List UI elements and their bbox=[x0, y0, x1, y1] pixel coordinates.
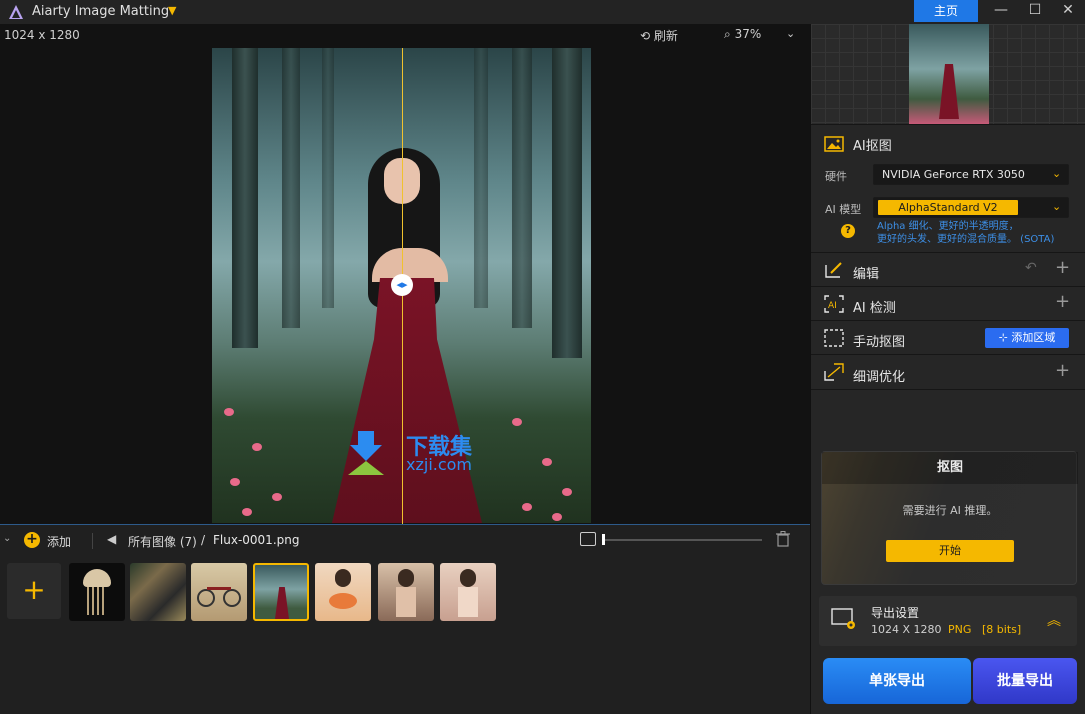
ai-matting-section: AI抠图 硬件 NVIDIA GeForce RTX 3050 ⌄ AI 模型 … bbox=[811, 124, 1085, 252]
model-select[interactable]: AlphaStandard V2 ⌄ bbox=[873, 197, 1069, 218]
start-button[interactable]: 开始 bbox=[886, 540, 1014, 562]
compare-split-handle-icon[interactable]: ◂▸ bbox=[391, 274, 413, 296]
image-canvas[interactable]: 1024 x 1280 ⟲ 刷新 ⌕ 37% ⌄ ◂▸ 下载集 xzji.com bbox=[0, 24, 810, 524]
thumbnail-woman-flowers-3[interactable] bbox=[440, 563, 496, 621]
back-arrow-icon[interactable]: ◀ bbox=[107, 532, 116, 546]
breadcrumb-all-images[interactable]: 所有图像 (7) bbox=[128, 533, 197, 550]
hardware-label: 硬件 bbox=[825, 170, 847, 183]
refresh-label: 刷新 bbox=[653, 29, 678, 43]
manual-matting-section[interactable]: 手动抠图 ⊹ 添加区域 bbox=[811, 320, 1085, 354]
zoom-control[interactable]: ⌕ 37% bbox=[724, 27, 761, 42]
add-region-label: 添加区域 bbox=[1011, 331, 1056, 344]
thumbnail-woman-forest[interactable] bbox=[253, 563, 309, 621]
export-settings-title: 导出设置 bbox=[871, 606, 920, 620]
export-settings-icon bbox=[831, 608, 855, 629]
app-title: Aiarty Image Matting bbox=[32, 4, 170, 19]
home-button[interactable]: 主页 bbox=[914, 0, 978, 22]
trash-icon[interactable] bbox=[776, 531, 790, 547]
collapse-icon[interactable]: ⌄ bbox=[3, 533, 11, 544]
thumbnail-size-slider[interactable] bbox=[604, 539, 762, 541]
manual-select-icon bbox=[824, 329, 844, 347]
watermark-en: xzji.com bbox=[406, 455, 473, 474]
slider-knob[interactable] bbox=[602, 534, 605, 545]
svg-text:AI: AI bbox=[828, 301, 837, 311]
subject-dress bbox=[332, 278, 482, 523]
edit-section[interactable]: 编辑 ↶ + bbox=[811, 252, 1085, 286]
app-window: Aiarty Image Matting ▼ 主页 — ☐ ✕ 1024 x 1… bbox=[0, 0, 1085, 714]
refine-label: 细调优化 bbox=[853, 370, 906, 385]
zoom-level: 37% bbox=[734, 27, 762, 41]
minimize-button[interactable]: — bbox=[984, 0, 1018, 22]
breadcrumb-separator: / bbox=[201, 533, 206, 547]
help-icon[interactable]: ? bbox=[841, 224, 855, 238]
ai-detect-label: AI 检测 bbox=[853, 301, 896, 316]
add-image-tile[interactable]: + bbox=[7, 563, 61, 619]
maximize-button[interactable]: ☐ bbox=[1018, 0, 1052, 22]
add-refine-plus-icon[interactable]: + bbox=[1055, 360, 1070, 381]
thumbnail-woman-flowers-1[interactable] bbox=[315, 563, 371, 621]
ai-detect-icon: AI bbox=[824, 295, 844, 313]
matting-message: 需要进行 AI 推理。 bbox=[902, 504, 998, 517]
filmstrip-panel: ⌄ + 添加 ◀ 所有图像 (7) / Flux-0001.png + bbox=[0, 524, 810, 714]
chevron-down-icon: ⌄ bbox=[1052, 200, 1062, 213]
single-export-button[interactable]: 单张导出 bbox=[823, 658, 971, 704]
filmstrip-toolbar: ⌄ + 添加 ◀ 所有图像 (7) / Flux-0001.png bbox=[0, 525, 810, 555]
refresh-button[interactable]: ⟲ 刷新 bbox=[640, 27, 678, 44]
thumbnail-bicycle[interactable] bbox=[191, 563, 247, 621]
ai-matting-title: AI抠图 bbox=[853, 139, 892, 154]
edit-label: 编辑 bbox=[853, 267, 880, 282]
export-format: PNG bbox=[948, 623, 972, 636]
zoom-icon: ⌕ bbox=[724, 27, 731, 41]
app-logo-icon bbox=[9, 5, 23, 19]
batch-export-button[interactable]: 批量导出 bbox=[973, 658, 1077, 704]
edit-icon bbox=[825, 262, 842, 278]
refine-icon bbox=[824, 363, 844, 381]
model-description: Alpha 细化、更好的半透明度， 更好的头发、更好的混合质量。 (SOTA) bbox=[877, 220, 1054, 246]
model-description-line1: Alpha 细化、更好的半透明度， bbox=[877, 221, 1019, 232]
refresh-icon: ⟲ bbox=[640, 29, 651, 43]
preview-area bbox=[811, 24, 1085, 124]
matting-card-title: 抠图 bbox=[822, 452, 1078, 484]
export-size: 1024 X 1280 bbox=[871, 623, 942, 636]
model-label: AI 模型 bbox=[825, 203, 862, 216]
add-images-button[interactable]: 添加 bbox=[47, 533, 71, 550]
breadcrumb-current-file: Flux-0001.png bbox=[213, 533, 300, 547]
thumbnail-abstract[interactable] bbox=[130, 563, 186, 621]
expand-up-chevron-icon[interactable]: ︽ bbox=[1047, 610, 1061, 630]
thumbnail-woman-flowers-2[interactable] bbox=[378, 563, 434, 621]
refine-section[interactable]: 细调优化 + bbox=[811, 354, 1085, 390]
manual-matting-label: 手动抠图 bbox=[853, 335, 906, 350]
export-bit-depth: [8 bits] bbox=[982, 623, 1022, 636]
add-region-button[interactable]: ⊹ 添加区域 bbox=[985, 328, 1069, 348]
add-detect-plus-icon[interactable]: + bbox=[1055, 291, 1070, 312]
undo-icon[interactable]: ↶ bbox=[1025, 260, 1037, 276]
settings-panel: AI抠图 硬件 NVIDIA GeForce RTX 3050 ⌄ AI 模型 … bbox=[810, 24, 1085, 714]
hardware-select[interactable]: NVIDIA GeForce RTX 3050 ⌄ bbox=[873, 164, 1069, 185]
thumbnail-size-icon bbox=[580, 532, 596, 546]
title-menu-chevron-icon[interactable]: ▼ bbox=[168, 4, 176, 17]
ai-detect-section[interactable]: AI AI 检测 + bbox=[811, 286, 1085, 320]
divider bbox=[92, 533, 93, 549]
hardware-value: NVIDIA GeForce RTX 3050 bbox=[882, 168, 1025, 181]
preview-thumbnail bbox=[909, 24, 989, 124]
export-settings[interactable]: 导出设置 1024 X 1280 PNG [8 bits] ︽ bbox=[819, 596, 1077, 646]
model-description-line2: 更好的头发、更好的混合质量。 (SOTA) bbox=[877, 234, 1055, 245]
ai-matting-icon bbox=[824, 136, 844, 152]
model-value: AlphaStandard V2 bbox=[878, 200, 1018, 215]
zoom-dropdown-chevron-icon[interactable]: ⌄ bbox=[786, 27, 795, 40]
image-dimensions: 1024 x 1280 bbox=[4, 28, 80, 42]
close-button[interactable]: ✕ bbox=[1051, 0, 1085, 22]
matting-card: 抠图 需要进行 AI 推理。 开始 bbox=[821, 451, 1078, 585]
add-edit-plus-icon[interactable]: + bbox=[1055, 257, 1070, 278]
title-bar: Aiarty Image Matting ▼ 主页 — ☐ ✕ bbox=[0, 0, 1085, 24]
add-region-icon: ⊹ bbox=[998, 331, 1008, 344]
add-icon[interactable]: + bbox=[24, 532, 40, 548]
watermark-logo-icon bbox=[348, 431, 384, 475]
thumbnail-jellyfish[interactable] bbox=[69, 563, 125, 621]
chevron-down-icon: ⌄ bbox=[1052, 167, 1062, 180]
